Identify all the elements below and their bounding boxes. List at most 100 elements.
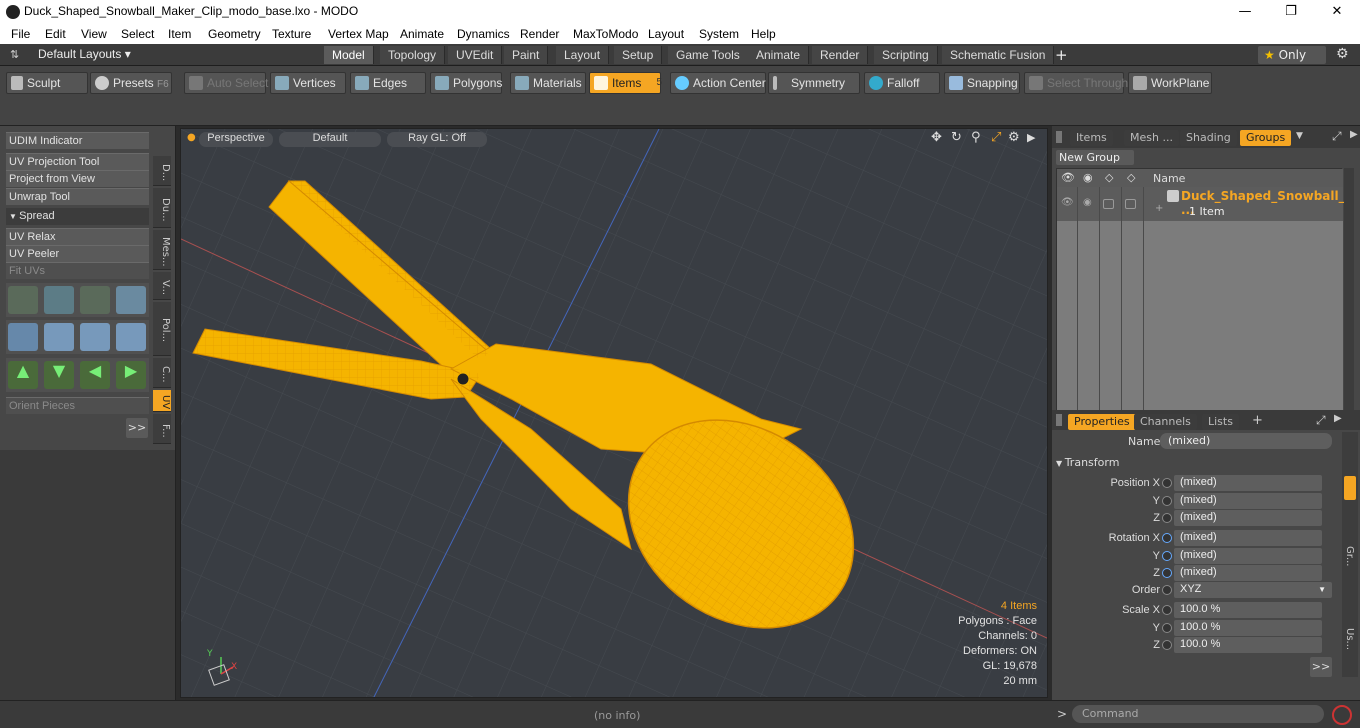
tab-game-tools[interactable]: Game Tools <box>668 46 749 64</box>
keyframe-icon[interactable] <box>1162 585 1172 595</box>
name-column-header[interactable]: Name <box>1153 172 1185 185</box>
tab-shading[interactable]: Shading <box>1180 130 1237 146</box>
rotation-y-field[interactable]: (mixed) <box>1174 548 1322 564</box>
close-button[interactable]: ✕ <box>1314 0 1360 24</box>
expand-panel-icon[interactable]: ⤢ <box>1332 129 1342 144</box>
move-view-icon[interactable]: ✥ <box>931 130 942 145</box>
side-tab-gr[interactable]: Gr... <box>1344 546 1355 566</box>
tab-paint[interactable]: Paint <box>504 46 549 64</box>
menu-maxtomodo[interactable]: MaxToModo <box>573 27 638 41</box>
layout-arrows-icon[interactable]: ⇅ <box>10 48 19 61</box>
action-center-button[interactable]: Action Center <box>670 72 766 94</box>
menu-item[interactable]: Item <box>168 27 191 41</box>
menu-help[interactable]: Help <box>751 27 776 41</box>
symmetry-button[interactable]: Symmetry <box>768 72 860 94</box>
uv-projection-tool-button[interactable]: UV Projection Tool <box>6 153 149 170</box>
tab-render[interactable]: Render <box>812 46 869 64</box>
rotate-view-icon[interactable]: ↻ <box>951 130 962 145</box>
record-macro-icon[interactable] <box>1332 705 1352 725</box>
menu-geometry[interactable]: Geometry <box>208 27 261 41</box>
uv-box-icon[interactable] <box>116 286 146 314</box>
menu-select[interactable]: Select <box>121 27 154 41</box>
position-y-field[interactable]: (mixed) <box>1174 493 1322 509</box>
more-properties-button[interactable]: >> <box>1310 657 1332 677</box>
tab-animate[interactable]: Animate <box>748 46 810 64</box>
raygl-toggle[interactable]: Ray GL: Off <box>387 132 487 147</box>
keyframe-icon[interactable] <box>1162 533 1172 543</box>
row-lock-checkbox[interactable] <box>1103 199 1114 209</box>
auto-select-button[interactable]: Auto Select <box>184 72 268 94</box>
shading-dropdown[interactable]: Default <box>279 132 381 147</box>
vtab-d[interactable]: D... <box>153 156 171 186</box>
name-field[interactable]: (mixed) <box>1160 433 1332 449</box>
tab-setup[interactable]: Setup <box>614 46 663 64</box>
keyframe-icon[interactable] <box>1162 496 1172 506</box>
panel-menu-icon[interactable]: ▶ <box>1334 413 1342 424</box>
menu-edit[interactable]: Edit <box>45 27 66 41</box>
default-layouts-dropdown[interactable]: Default Layouts ▾ <box>38 47 131 61</box>
scale-x-field[interactable]: 100.0 % <box>1174 602 1322 618</box>
uv-axis-icon[interactable] <box>80 286 110 314</box>
tab-uvedit[interactable]: UVEdit <box>448 46 503 64</box>
tab-model[interactable]: Model <box>324 46 374 64</box>
keyframe-icon[interactable] <box>1162 513 1172 523</box>
vtab-f[interactable]: F... <box>153 414 171 444</box>
falloff-button[interactable]: Falloff <box>864 72 940 94</box>
minimize-button[interactable]: — <box>1222 0 1268 24</box>
keyframe-icon[interactable] <box>1162 478 1172 488</box>
rotation-x-field[interactable]: (mixed) <box>1174 530 1322 546</box>
keyframe-icon[interactable] <box>1162 605 1172 615</box>
uv-relax-button[interactable]: UV Relax <box>6 228 149 245</box>
panel-menu-icon[interactable]: ▶ <box>1350 129 1358 140</box>
tab-schematic-fusion[interactable]: Schematic Fusion <box>942 46 1055 64</box>
tab-dropdown-icon[interactable]: ▼ <box>1296 131 1303 141</box>
row-visibility-icon[interactable]: 👁 <box>1061 197 1074 208</box>
command-input[interactable]: Command <box>1072 705 1324 723</box>
menu-dynamics[interactable]: Dynamics <box>457 27 510 41</box>
materials-button[interactable]: Materials <box>510 72 586 94</box>
menu-layout[interactable]: Layout <box>648 27 684 41</box>
keyframe-icon[interactable] <box>1162 568 1172 578</box>
menu-system[interactable]: System <box>699 27 739 41</box>
side-tab-us[interactable]: Us... <box>1344 628 1355 650</box>
keyframe-icon[interactable] <box>1162 640 1172 650</box>
vtab-pol[interactable]: Pol... <box>153 302 171 356</box>
viewport-settings-icon[interactable]: ⚙ <box>1008 130 1020 145</box>
order-dropdown[interactable]: XYZ ▼ <box>1174 582 1332 598</box>
menu-animate[interactable]: Animate <box>400 27 444 41</box>
3d-viewport[interactable]: Y X ● Perspective Default Ray GL: Off ✥ … <box>180 128 1048 698</box>
groups-scrollbar[interactable] <box>1344 168 1354 418</box>
uv-square-icon[interactable] <box>116 323 146 351</box>
udim-indicator-button[interactable]: UDIM Indicator <box>6 132 149 149</box>
row-select-checkbox[interactable] <box>1125 199 1136 209</box>
expand-row-icon[interactable]: + <box>1155 203 1163 214</box>
expand-panel-icon[interactable]: ⤢ <box>1316 413 1326 428</box>
menu-file[interactable]: File <box>11 27 30 41</box>
snapping-button[interactable]: Snapping <box>944 72 1020 94</box>
spread-section[interactable]: ▼ Spread <box>6 208 149 225</box>
new-group-button[interactable]: New Group <box>1056 150 1134 165</box>
zoom-view-icon[interactable]: ⚲ <box>971 130 981 145</box>
uv-grid-icon[interactable] <box>44 323 74 351</box>
menu-view[interactable]: View <box>81 27 107 41</box>
tab-topology[interactable]: Topology <box>380 46 446 64</box>
select-through-button[interactable]: Select Through <box>1024 72 1128 94</box>
orient-pieces-button[interactable]: Orient Pieces <box>6 397 149 414</box>
side-tab-active[interactable] <box>1344 476 1356 500</box>
only-toggle[interactable]: ★ Only <box>1258 46 1326 64</box>
scale-z-field[interactable]: 100.0 % <box>1174 637 1322 653</box>
more-tools-button[interactable]: >> <box>126 418 148 438</box>
position-x-field[interactable]: (mixed) <box>1174 475 1322 491</box>
tab-scripting[interactable]: Scripting <box>874 46 938 64</box>
polygons-button[interactable]: Polygons <box>430 72 502 94</box>
uv-sphere-icon[interactable] <box>8 323 38 351</box>
arrow-right-icon[interactable]: ▶ <box>116 361 146 389</box>
unwrap-tool-button[interactable]: Unwrap Tool <box>6 188 149 205</box>
menu-vertex-map[interactable]: Vertex Map <box>328 27 389 41</box>
fit-view-icon[interactable]: ⤢ <box>991 130 1001 145</box>
position-z-field[interactable]: (mixed) <box>1174 510 1322 526</box>
tab-mesh[interactable]: Mesh ... <box>1124 130 1179 146</box>
uv-trapezoid-icon[interactable] <box>80 323 110 351</box>
add-tab-button[interactable]: + <box>1055 46 1068 64</box>
transform-section[interactable]: ▼ Transform <box>1056 456 1119 469</box>
